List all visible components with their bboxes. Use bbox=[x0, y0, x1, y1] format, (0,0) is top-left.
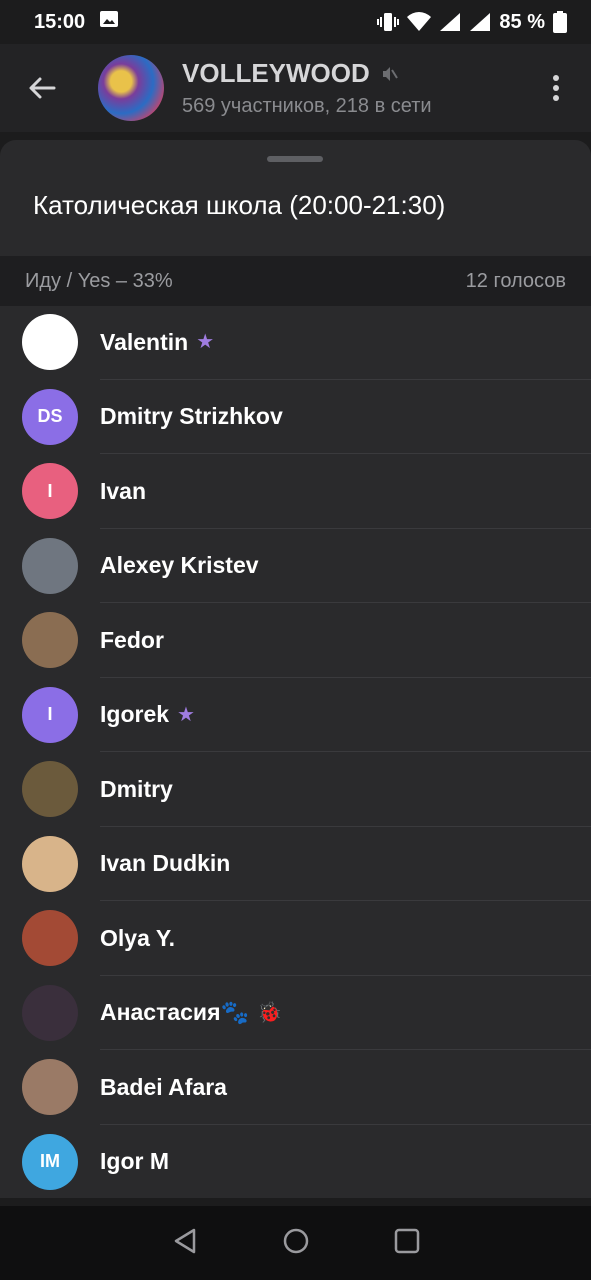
voter-name-row: Анастасия🐾 🐞 bbox=[100, 999, 282, 1026]
voter-row[interactable]: I Ivan bbox=[0, 454, 591, 529]
voter-avatar: DS bbox=[22, 388, 78, 445]
more-options-button[interactable] bbox=[521, 44, 591, 132]
voter-avatar bbox=[22, 910, 78, 967]
voter-avatar bbox=[22, 984, 78, 1041]
voter-row[interactable]: Badei Afara bbox=[0, 1050, 591, 1125]
voter-list: Valentin ★ DS Dmitry Strizhkov I Ivan Alexey K… bbox=[0, 305, 591, 1198]
voter-name: Dmitry bbox=[100, 775, 173, 802]
voter-row[interactable]: Анастасия🐾 🐞 bbox=[0, 976, 591, 1050]
voter-avatar bbox=[22, 1059, 78, 1116]
chat-title-row: VOLLEYWOOD bbox=[182, 58, 432, 89]
voter-name: Igor M bbox=[100, 1148, 169, 1175]
voter-row[interactable]: DS Dmitry Strizhkov bbox=[0, 380, 591, 454]
wifi-icon bbox=[407, 12, 432, 32]
arrow-left-icon bbox=[29, 77, 56, 99]
poll-results-sheet: Католическая школа (20:00-21:30) Иду / Y… bbox=[0, 140, 591, 1198]
nav-back-button[interactable] bbox=[172, 1227, 198, 1260]
voter-name-row: Igor M bbox=[100, 1148, 169, 1175]
premium-star-icon: ★ bbox=[177, 703, 195, 726]
voter-name-row: Ivan bbox=[100, 478, 146, 505]
voter-avatar bbox=[22, 761, 78, 818]
voter-name: Alexey Kristev bbox=[100, 552, 259, 579]
chat-title: VOLLEYWOOD bbox=[182, 58, 370, 88]
voter-avatar bbox=[22, 314, 78, 371]
voter-row[interactable]: Olya Y. bbox=[0, 901, 591, 976]
voter-name-row: Dmitry bbox=[100, 776, 173, 803]
muted-icon bbox=[382, 66, 398, 81]
voter-row[interactable]: Valentin ★ bbox=[0, 305, 591, 380]
voter-avatar bbox=[22, 835, 78, 892]
triangle-back-icon bbox=[174, 1228, 195, 1253]
voter-name-row: Alexey Kristev bbox=[100, 552, 259, 579]
signal-r-icon bbox=[439, 12, 461, 32]
nav-recents-button[interactable] bbox=[394, 1228, 420, 1259]
voter-name: Ivan Dudkin bbox=[100, 850, 231, 877]
voter-name-row: Valentin ★ bbox=[100, 329, 214, 356]
voter-row[interactable]: Fedor bbox=[0, 603, 591, 678]
signal-icon bbox=[469, 12, 491, 32]
more-vertical-icon bbox=[553, 75, 559, 101]
poll-option-header: Иду / Yes – 33% 12 голосов bbox=[0, 256, 591, 306]
sheet-drag-handle[interactable] bbox=[267, 156, 323, 162]
voter-name-row: Olya Y. bbox=[100, 925, 175, 952]
voter-avatar bbox=[22, 537, 78, 594]
status-bar: 15:00 85 % bbox=[0, 0, 591, 44]
voter-avatar: I bbox=[22, 463, 78, 520]
voter-name: Ivan bbox=[100, 477, 147, 504]
back-button[interactable] bbox=[0, 44, 84, 132]
voter-name: Igorek bbox=[100, 701, 170, 728]
screen: 15:00 85 % VOLLEYWOOD 569 участников, 21… bbox=[0, 0, 591, 1280]
voter-row[interactable]: IM Igor M bbox=[0, 1125, 591, 1199]
battery-text: 85 % bbox=[499, 10, 545, 33]
voter-name-row: Badei Afara bbox=[100, 1074, 227, 1101]
circle-home-icon bbox=[283, 1228, 308, 1253]
voter-name-row: Dmitry Strizhkov bbox=[100, 403, 283, 430]
voter-row[interactable]: Alexey Kristev bbox=[0, 529, 591, 603]
premium-star-icon: ★ bbox=[196, 331, 215, 354]
poll-votes-count: 12 голосов bbox=[465, 269, 566, 292]
voter-name: Анастасия🐾 bbox=[100, 999, 250, 1026]
voter-avatar: I bbox=[22, 686, 78, 743]
status-time: 15:00 bbox=[34, 10, 86, 33]
poll-option-title: Католическая школа (20:00-21:30) bbox=[33, 190, 446, 220]
voter-row[interactable]: I Igorek ★ bbox=[0, 678, 591, 752]
chat-titles[interactable]: VOLLEYWOOD 569 участников, 218 в сети bbox=[182, 58, 432, 118]
vibrate-icon bbox=[377, 12, 400, 32]
voter-row[interactable]: Dmitry bbox=[0, 752, 591, 827]
nav-home-button[interactable] bbox=[282, 1227, 310, 1260]
chat-avatar[interactable] bbox=[98, 55, 164, 121]
voter-avatar bbox=[22, 612, 78, 669]
voter-row[interactable]: Ivan Dudkin bbox=[0, 827, 591, 901]
emoji-status-icon: 🐞 bbox=[257, 1001, 283, 1024]
voter-name: Dmitry Strizhkov bbox=[100, 403, 283, 430]
voter-name-row: Fedor bbox=[100, 627, 164, 654]
chat-header: VOLLEYWOOD 569 участников, 218 в сети bbox=[0, 44, 591, 132]
system-nav-bar bbox=[0, 1198, 591, 1280]
voter-name-row: Ivan Dudkin bbox=[100, 850, 230, 877]
battery-icon bbox=[553, 11, 567, 33]
status-icons: 85 % bbox=[377, 11, 567, 34]
voter-avatar: IM bbox=[22, 1133, 78, 1190]
voter-name-row: Igorek ★ bbox=[100, 701, 195, 728]
voter-name: Badei Afara bbox=[100, 1073, 227, 1100]
voter-name: Valentin bbox=[100, 328, 189, 355]
square-recents-icon bbox=[394, 1228, 419, 1253]
voter-name: Olya Y. bbox=[100, 924, 176, 951]
chat-subtitle: 569 участников, 218 в сети bbox=[182, 95, 432, 117]
nav-gap bbox=[0, 1198, 591, 1206]
gallery-icon bbox=[99, 9, 119, 35]
voter-name: Fedor bbox=[100, 626, 164, 653]
poll-option-label: Иду / Yes – 33% bbox=[25, 269, 173, 292]
